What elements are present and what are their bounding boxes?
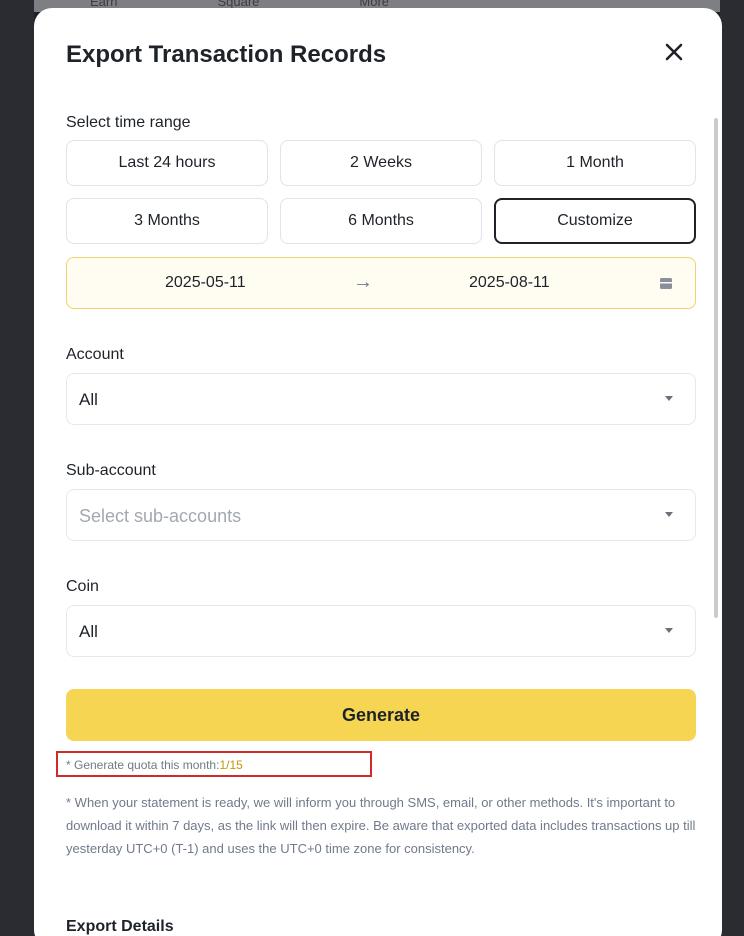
- close-icon: [665, 43, 683, 61]
- time-range-label: Select time range: [66, 114, 191, 131]
- calendar-icon[interactable]: [659, 276, 673, 290]
- date-range-picker[interactable]: 2025-05-11 → 2025-08-11: [66, 257, 696, 309]
- sub-account-placeholder: Select sub-accounts: [79, 506, 242, 526]
- generate-button[interactable]: Generate: [66, 689, 696, 741]
- range-option-1m[interactable]: 1 Month: [494, 140, 696, 186]
- time-range-options: Last 24 hours 2 Weeks 1 Month 3 Months 6…: [66, 140, 696, 244]
- modal-title: Export Transaction Records: [66, 41, 387, 68]
- range-option-6m[interactable]: 6 Months: [280, 198, 482, 244]
- coin-select[interactable]: All: [66, 605, 696, 657]
- range-option-24h[interactable]: Last 24 hours: [66, 140, 268, 186]
- arrow-right-icon: →: [353, 271, 373, 293]
- backdrop-right: [720, 0, 744, 936]
- coin-value: All: [79, 622, 98, 641]
- account-value: All: [79, 390, 98, 409]
- range-option-2w[interactable]: 2 Weeks: [280, 140, 482, 186]
- quota-prefix: * Generate quota this month:: [66, 758, 220, 772]
- coin-label: Coin: [66, 578, 99, 595]
- caret-down-icon: [665, 512, 673, 517]
- account-label: Account: [66, 346, 124, 363]
- sub-account-label: Sub-account: [66, 462, 156, 479]
- caret-down-icon: [665, 628, 673, 633]
- sub-account-select[interactable]: Select sub-accounts: [66, 489, 696, 541]
- export-details-heading: Export Details: [66, 918, 174, 935]
- quota-text: * Generate quota this month:1/15: [66, 758, 243, 772]
- end-date[interactable]: 2025-08-11: [469, 274, 550, 292]
- start-date[interactable]: 2025-05-11: [165, 274, 246, 292]
- account-select[interactable]: All: [66, 373, 696, 425]
- export-modal: Export Transaction Records Select time r…: [34, 8, 722, 936]
- close-button[interactable]: [660, 38, 688, 66]
- statement-note: * When your statement is ready, we will …: [66, 795, 696, 856]
- range-option-3m[interactable]: 3 Months: [66, 198, 268, 244]
- scrollbar[interactable]: [714, 118, 718, 618]
- caret-down-icon: [665, 396, 673, 401]
- range-option-customize[interactable]: Customize: [494, 198, 696, 244]
- quota-count: 1/15: [219, 758, 243, 772]
- backdrop-left: [0, 0, 34, 936]
